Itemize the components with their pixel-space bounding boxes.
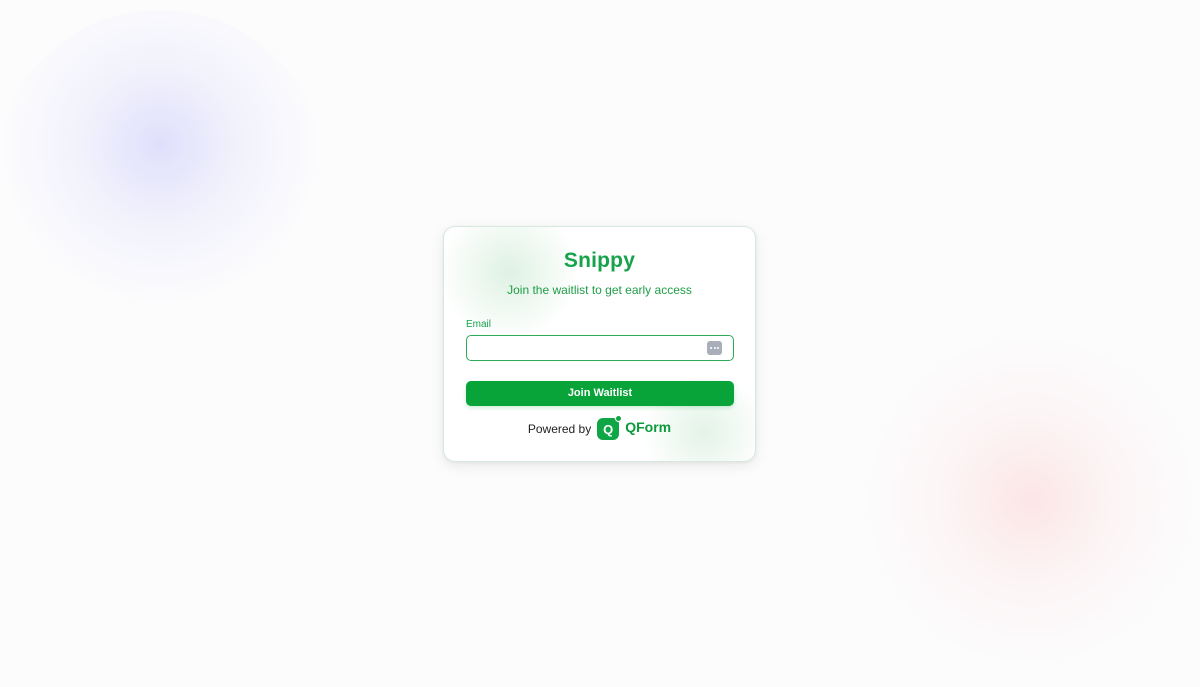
email-field[interactable] [466, 335, 734, 361]
password-manager-icon-dot [713, 347, 716, 349]
background-blob-red [860, 330, 1200, 670]
qform-logo-letter: Q [603, 421, 614, 437]
form-title: Snippy [563, 249, 636, 272]
form-subtitle: Join the waitlist to get early access [507, 283, 692, 297]
page: Snippy Join the waitlist to get early ac… [0, 0, 1200, 687]
background-blob-blue [0, 10, 320, 310]
brand-name: QForm [625, 419, 672, 435]
powered-by-footer[interactable]: Powered by Q QForm [444, 415, 755, 442]
password-manager-icon[interactable] [707, 341, 722, 355]
qform-logo-icon: Q [597, 415, 623, 440]
join-waitlist-button[interactable]: Join Waitlist [466, 381, 734, 406]
card-glow-top [444, 227, 584, 337]
qform-logo-dot [615, 415, 623, 422]
password-manager-icon-dot [710, 347, 712, 349]
waitlist-card: Snippy Join the waitlist to get early ac… [443, 226, 756, 462]
password-manager-icon-dot [717, 347, 719, 349]
email-label: Email [466, 319, 492, 330]
powered-by-text: Powered by [527, 422, 592, 436]
